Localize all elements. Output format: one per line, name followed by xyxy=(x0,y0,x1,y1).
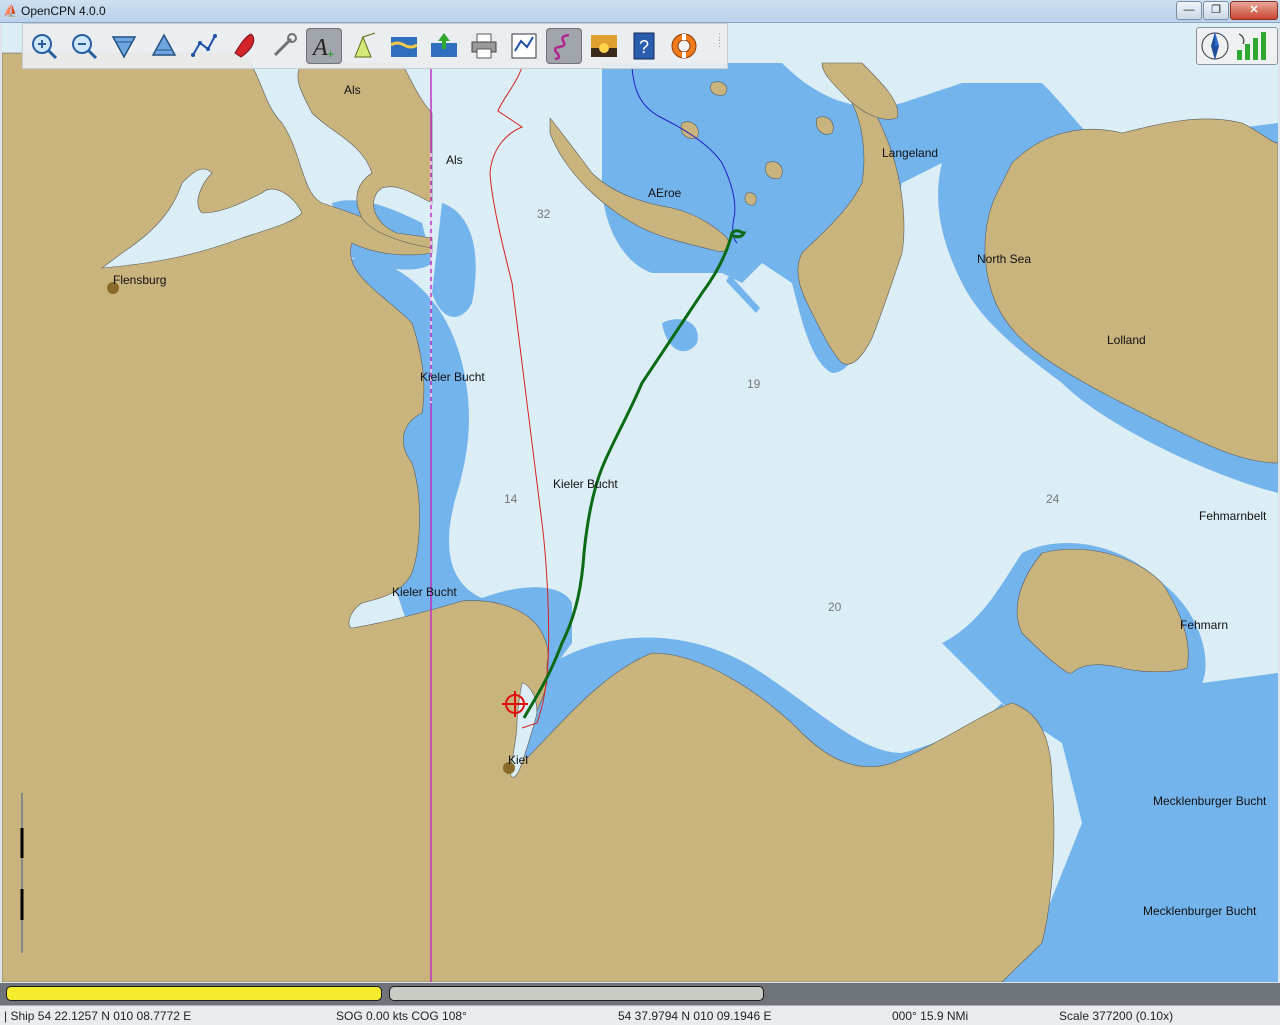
label-mecklenburger-bucht: Mecklenburger Bucht xyxy=(1153,794,1267,808)
sounding-label: 32 xyxy=(537,207,551,221)
scale-up-button[interactable] xyxy=(146,28,182,64)
ship-position: | Ship 54 22.1257 N 010 08.7772 E xyxy=(4,1009,192,1023)
man-overboard-button[interactable] xyxy=(666,28,702,64)
sounding-label: 20 xyxy=(828,600,842,614)
currents-button[interactable] xyxy=(426,28,462,64)
mob-icon xyxy=(671,33,697,59)
scale-down-icon xyxy=(111,36,137,59)
current-icon xyxy=(431,33,457,57)
follow-ship-icon xyxy=(234,33,255,58)
sounding-label: 14 xyxy=(504,492,518,506)
status-bar: | Ship 54 22.1257 N 010 08.7772 E SOG 0.… xyxy=(0,1005,1280,1025)
scale-up-icon xyxy=(151,33,177,56)
label-fehmarn: Fehmarn xyxy=(1180,618,1229,632)
ais-icon xyxy=(354,32,376,58)
piano-key-chart-1[interactable] xyxy=(6,986,382,1001)
tracking-button[interactable] xyxy=(546,28,582,64)
maximize-button[interactable]: ❐ xyxy=(1203,1,1229,20)
label-als: Als xyxy=(446,153,463,167)
print-button[interactable] xyxy=(466,28,502,64)
label-north-sea: North Sea xyxy=(977,252,1032,266)
auto-follow-button[interactable] xyxy=(226,28,262,64)
color-scheme-icon xyxy=(591,35,617,57)
track-icon xyxy=(553,33,570,61)
zoom-out-icon xyxy=(72,34,98,60)
opencpn-app-icon[interactable]: ⛵ xyxy=(3,4,18,18)
label-fehmarnbelt: Fehmarnbelt xyxy=(1199,509,1267,523)
route-manager-icon xyxy=(511,33,537,59)
gps-signal-icon xyxy=(1237,32,1266,60)
label-langeland: Langeland xyxy=(882,146,939,160)
main-toolbar: A + ? ⋮ ⋮ xyxy=(22,23,728,69)
label-lolland: Lolland xyxy=(1107,333,1146,347)
toolbar-grip[interactable]: ⋮ ⋮ xyxy=(715,33,724,58)
help-icon: ? xyxy=(633,32,655,60)
color-scheme-button[interactable] xyxy=(586,28,622,64)
label-kieler-bucht: Kieler Bucht xyxy=(392,585,457,599)
label-mecklenburger-bucht: Mecklenburger Bucht xyxy=(1143,904,1257,918)
zoom-in-button[interactable] xyxy=(26,28,62,64)
settings-icon xyxy=(273,33,297,57)
enc-text-button[interactable]: A + xyxy=(306,28,342,64)
label-als: Als xyxy=(344,83,361,97)
sounding-label: 19 xyxy=(747,377,761,391)
about-button[interactable]: ? xyxy=(626,28,662,64)
piano-key-chart-2[interactable] xyxy=(389,986,764,1001)
route-icon xyxy=(191,34,217,57)
window-title: OpenCPN 4.0.0 xyxy=(21,4,106,18)
label-kieler-bucht: Kieler Bucht xyxy=(553,477,618,491)
chart-svg xyxy=(2,23,1278,982)
route-manager-button[interactable] xyxy=(506,28,542,64)
sounding-label: 24 xyxy=(1046,492,1060,506)
tide-icon xyxy=(390,37,418,57)
label-kiel: Kiel xyxy=(508,753,529,767)
tides-button[interactable] xyxy=(386,28,422,64)
label-kieler-bucht: Kieler Bucht xyxy=(420,370,485,384)
bearing-distance: 000° 15.9 NMi xyxy=(892,1009,969,1023)
sog-cog: SOG 0.00 kts COG 108° xyxy=(336,1009,467,1023)
chart-piano-bar xyxy=(0,983,1280,1005)
svg-text:A: A xyxy=(311,35,328,61)
text-icon: A + xyxy=(311,35,334,61)
title-bar: ⛵ OpenCPN 4.0.0 — ❐ ✕ xyxy=(0,0,1280,23)
compass-gps-indicator[interactable] xyxy=(1196,27,1278,65)
label-flensburg: Flensburg xyxy=(113,273,167,287)
options-button[interactable] xyxy=(266,28,302,64)
scale-down-button[interactable] xyxy=(106,28,142,64)
label-aeroe: AEroe xyxy=(648,186,682,200)
create-route-button[interactable] xyxy=(186,28,222,64)
chart-scale: Scale 377200 (0.10x) xyxy=(1059,1009,1174,1023)
cursor-position: 54 37.9794 N 010 09.1946 E xyxy=(618,1009,772,1023)
close-button[interactable]: ✕ xyxy=(1230,1,1278,20)
svg-text:?: ? xyxy=(639,37,649,57)
ais-button[interactable] xyxy=(346,28,382,64)
zoom-out-button[interactable] xyxy=(66,28,102,64)
print-icon xyxy=(471,33,497,59)
zoom-in-icon xyxy=(32,34,58,60)
svg-text:+: + xyxy=(327,47,334,61)
minimize-button[interactable]: — xyxy=(1176,1,1202,20)
chart-canvas[interactable]: Als Als AEroe Langeland North Sea Lollan… xyxy=(2,23,1278,982)
